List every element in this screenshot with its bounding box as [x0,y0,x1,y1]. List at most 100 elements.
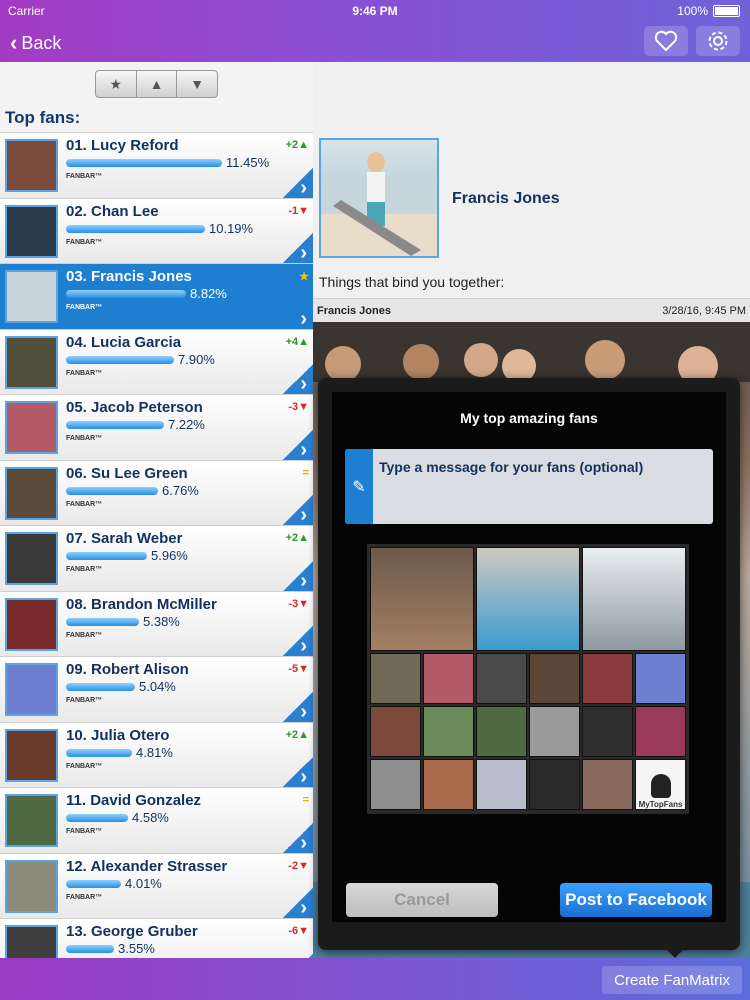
fan-name: 13. George Gruber [66,923,198,940]
fanbar-progress [66,486,158,495]
fan-row[interactable]: 02. Chan Lee 10.19% FANBAR™ -1▼ [0,197,313,265]
fanbar-label: FANBAR™ [66,369,103,377]
fan-list-panel: ★ ▲ ▼ Top fans: 01. Lucy Reford 11.45% FAN… [0,62,313,958]
sort-down-button[interactable]: ▼ [177,71,217,97]
chevron-right-icon[interactable] [283,626,313,658]
fan-photo [582,653,633,704]
mascot-icon [650,774,671,798]
chevron-right-icon[interactable] [283,757,313,789]
fan-row[interactable]: 06. Su Lee Green 6.76% FANBAR™ = [0,459,313,527]
triangle-up-icon: ▲ [149,76,164,92]
chevron-right-icon[interactable] [283,233,313,265]
fan-percentage: 11.45% [226,155,270,170]
star-icon: ★ [299,271,309,283]
top-fans-heading: Top fans: [5,108,81,127]
rank-change-value: +4 [285,335,299,348]
fanbar-label: FANBAR™ [66,697,103,704]
fan-percentage: 7.90% [178,351,215,367]
chevron-right-icon[interactable] [283,298,313,331]
rank-change: +2▲ [286,532,309,544]
fan-percentage: 4.81% [136,744,173,760]
fan-row[interactable]: 05. Jacob Peterson 7.22% FANBAR™ -3▼ [0,394,313,462]
fanbar-progress [66,159,222,167]
post-author[interactable]: Francis Jones [317,305,391,317]
fan-percentage: 5.96% [151,548,188,563]
mytopfans-logo: MyTopFans [635,759,686,810]
fanbar-label: FANBAR™ [66,435,103,442]
create-fanmatrix-button[interactable]: Create FanMatrix [602,966,742,994]
chevron-right-icon[interactable] [283,429,313,462]
chevron-right-icon[interactable] [283,888,313,920]
fan-name: 09. Robert Alison [66,661,189,678]
battery-percent: 100% [677,4,708,18]
clock: 9:46 PM [352,4,398,18]
chevron-right-icon[interactable] [283,822,313,855]
fan-percentage: 8.82% [190,286,227,301]
sort-star-button[interactable]: ★ [96,71,137,97]
fan-row[interactable]: 07. Sarah Weber 5.96% FANBAR™ +2▲ [0,525,313,593]
logo-text: MyTopFans [638,800,683,809]
fan-photo [476,653,527,704]
fan-photo [582,547,686,651]
fan-row[interactable]: 11. David Gonzalez 4.58% FANBAR™ = [0,787,313,855]
fan-percentage: 10.19% [209,220,254,236]
message-placeholder: Type a message for your fans (optional) [379,459,644,475]
fan-avatar [5,925,58,958]
cancel-button[interactable]: Cancel [346,883,498,917]
triangle-down-icon: ▼ [190,76,205,92]
triangle-down-icon: ▼ [298,859,309,872]
rank-change: -5▼ [288,663,309,675]
fan-name: 06. Su Lee Green [66,464,188,482]
chevron-right-icon[interactable] [283,364,313,396]
share-dialog-content: My top amazing fans ✎ Type a message for… [332,392,726,922]
fan-name: 05. Jacob Peterson [66,399,203,416]
settings-button[interactable] [696,26,740,56]
fan-row[interactable]: 08. Brandon McMiller 5.38% FANBAR™ -3▼ [0,590,313,658]
rank-change: = [302,466,309,479]
dialog-title: My top amazing fans [460,410,598,426]
fan-name: 08. Brandon McMiller [66,595,217,613]
rank-change-value: -5 [288,663,299,675]
fan-row[interactable]: 04. Lucia Garcia 7.90% FANBAR™ +4▲ [0,328,313,396]
fanbar-label: FANBAR™ [66,238,103,246]
rank-change-value: +2 [285,728,299,741]
fan-row[interactable]: 03. Francis Jones 8.82% FANBAR™ ★ [0,263,313,331]
fan-row[interactable]: 01. Lucy Reford 11.45% FANBAR™ +2▲ [0,132,313,200]
bind-text: Things that bind you together: [319,274,505,290]
fanbar-progress [66,355,174,364]
fan-avatar [5,663,58,716]
chevron-right-icon[interactable] [283,495,313,527]
sort-up-button[interactable]: ▲ [137,71,178,97]
fan-row[interactable]: 12. Alexander Strasser 4.01% FANBAR™ -2▼ [0,852,313,920]
back-button[interactable]: ‹ Back [10,30,61,56]
rank-change-value: +2 [285,139,299,151]
chevron-right-icon[interactable] [283,167,313,200]
rank-change-value: -3 [288,597,299,610]
fan-photo [476,706,527,757]
fan-row[interactable]: 10. Julia Otero 4.81% FANBAR™ +2▲ [0,721,313,789]
fan-row[interactable]: 13. George Gruber3.55%FANBAR™-6▼ [0,918,313,958]
triangle-up-icon: ▲ [298,532,309,544]
post-to-facebook-button[interactable]: Post to Facebook [560,883,712,917]
bottom-bar: Create FanMatrix [0,958,750,1000]
status-bar: Carrier 9:46 PM 100% [0,0,750,22]
rank-change: -2▼ [288,860,309,872]
profile-photo [319,138,439,258]
favorite-button[interactable] [644,26,688,56]
fanbar-progress [66,290,186,298]
fan-name: 11. David Gonzalez [66,792,202,809]
fan-matrix-grid: MyTopFans [367,544,689,814]
fan-name: 07. Sarah Weber [66,530,183,547]
message-input[interactable]: ✎ Type a message for your fans (optional… [345,449,713,524]
chevron-right-icon[interactable] [283,560,313,593]
fan-name: 12. Alexander Strasser [66,857,228,875]
fan-name: 02. Chan Lee [66,202,159,220]
fan-row[interactable]: 09. Robert Alison 5.04% FANBAR™ -5▼ [0,656,313,724]
fan-name: 04. Lucia Garcia [66,333,182,351]
fan-avatar [5,139,58,192]
triangle-up-icon: ▲ [298,728,309,741]
rank-change: -3▼ [288,401,309,413]
rank-change: = [302,794,309,806]
chevron-right-icon[interactable] [283,691,313,724]
fan-photo [635,706,686,757]
